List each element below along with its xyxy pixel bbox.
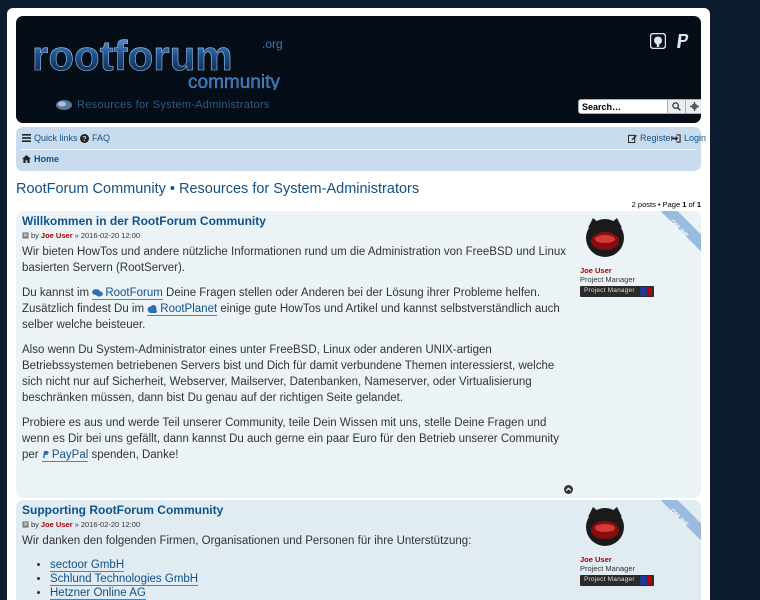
- login-link[interactable]: Login: [672, 133, 706, 143]
- post-title[interactable]: Willkommen in der RootForum Community: [22, 214, 572, 228]
- cloud-icon: [147, 305, 158, 313]
- svg-text:?: ?: [82, 134, 86, 143]
- site-tagline: Resources for System-Administrators: [55, 99, 270, 111]
- profile-username[interactable]: Joe User: [580, 555, 695, 564]
- site-logo[interactable]: rootforum .org community: [30, 34, 300, 90]
- post-date: » 2016-02-20 12:00: [74, 231, 141, 240]
- page-title[interactable]: RootForum Community • Resources for Syst…: [16, 181, 419, 197]
- post-paragraph: Also wenn Du System-Administrator eines …: [22, 344, 555, 404]
- rootforum-link[interactable]: RootForum: [92, 287, 163, 300]
- rootplanet-link[interactable]: RootPlanet: [147, 303, 218, 316]
- post: Willkommen in der RootForum Community by…: [16, 211, 701, 498]
- question-circle-icon: ?: [80, 133, 89, 143]
- comments-icon: [92, 289, 104, 297]
- search-button[interactable]: [668, 99, 686, 114]
- post-author-link[interactable]: Joe User: [41, 231, 73, 240]
- tagline-text: Resources for System-Administrators: [77, 99, 270, 111]
- post: Supporting RootForum Community by Joe Us…: [16, 500, 701, 600]
- list-item: Hetzner Online AG: [50, 586, 572, 600]
- rank-badge-label: Project Manager: [584, 287, 635, 294]
- sponsor-link[interactable]: Schlund Technologies GmbH: [50, 573, 199, 586]
- post-paragraph: Wir bieten HowTos und andere nützliche I…: [22, 246, 566, 274]
- quick-links-button[interactable]: Quick links: [22, 133, 78, 143]
- post-by-label: by: [31, 231, 39, 240]
- post-author-link[interactable]: Joe User: [41, 520, 73, 529]
- edit-icon: [628, 134, 637, 143]
- paypal-link-label: PayPal: [51, 449, 89, 461]
- login-label: Login: [684, 133, 707, 143]
- page-wrap: rootforum .org community Resources for S…: [7, 8, 710, 600]
- pagination-total: 1: [696, 200, 701, 209]
- paypal-icon[interactable]: [675, 33, 691, 49]
- rootplanet-link-label: RootPlanet: [160, 303, 218, 315]
- profile-username[interactable]: Joe User: [580, 266, 695, 275]
- sponsor-list: sectoor GmbH Schlund Technologies GmbH H…: [50, 558, 572, 600]
- nav-links-row: Quick links ? FAQ Register Login: [22, 133, 706, 147]
- bars-icon: [22, 134, 31, 142]
- login-icon: [672, 133, 681, 143]
- navbar: Quick links ? FAQ Register Login Home: [16, 127, 706, 171]
- paypal-link[interactable]: PayPal: [41, 449, 89, 462]
- home-icon: [22, 155, 31, 163]
- faq-link[interactable]: ? FAQ: [80, 133, 110, 143]
- post-body: Supporting RootForum Community by Joe Us…: [22, 503, 572, 600]
- advanced-search-button[interactable]: [686, 99, 701, 114]
- breadcrumb-home: Home: [34, 154, 60, 164]
- search-icon: [672, 102, 681, 111]
- post-date: » 2016-02-20 12:00: [74, 520, 141, 529]
- sponsor-link[interactable]: Hetzner Online AG: [50, 587, 146, 600]
- post-author-line: by Joe User » 2016-02-20 12:00: [22, 520, 572, 529]
- navbar-divider: [21, 149, 696, 150]
- search-input[interactable]: [578, 99, 668, 114]
- site-header: rootforum .org community Resources for S…: [16, 16, 701, 123]
- back-to-top-icon[interactable]: [564, 485, 573, 494]
- flag-icon: [640, 576, 652, 585]
- rank-badge: Project Manager: [580, 286, 654, 297]
- post-by-label: by: [31, 520, 39, 529]
- file-icon[interactable]: [22, 521, 29, 528]
- github-icon[interactable]: [650, 33, 666, 49]
- post-title[interactable]: Supporting RootForum Community: [22, 503, 572, 517]
- gear-icon: [690, 102, 699, 111]
- flag-icon: [640, 287, 652, 296]
- post-content: Wir danken den folgenden Firmen, Organis…: [22, 533, 572, 600]
- pagination-info: 2 posts • Page 1 of 1: [632, 200, 701, 209]
- breadcrumb[interactable]: Home: [22, 154, 59, 164]
- register-label: Register: [640, 133, 674, 143]
- avatar[interactable]: [584, 505, 626, 547]
- file-icon[interactable]: [22, 232, 29, 239]
- profile-rank: Project Manager: [580, 564, 636, 573]
- logo-org: .org: [262, 37, 283, 51]
- pagination-prefix: 2 posts • Page: [631, 200, 683, 209]
- text-span: Du kannst im: [22, 287, 93, 299]
- post-body: Willkommen in der RootForum Community by…: [22, 214, 572, 472]
- post-author-line: by Joe User » 2016-02-20 12:00: [22, 231, 572, 240]
- rank-badge-label: Project Manager: [584, 576, 635, 583]
- rank-badge: Project Manager: [580, 575, 654, 586]
- server-icon: [56, 100, 72, 110]
- logo-sub: community: [188, 72, 280, 90]
- profile-rank: Project Manager: [580, 275, 636, 284]
- paypal-icon: [42, 451, 49, 458]
- rootforum-link-label: RootForum: [105, 287, 163, 299]
- avatar[interactable]: [584, 216, 626, 258]
- post-paragraph: Probiere es aus und werde Teil unserer C…: [22, 415, 572, 463]
- quick-links-label: Quick links: [34, 133, 78, 143]
- list-item: Schlund Technologies GmbH: [50, 572, 572, 586]
- list-item: sectoor GmbH: [50, 558, 572, 572]
- sponsor-link[interactable]: sectoor GmbH: [50, 559, 125, 572]
- pagination-of: of: [686, 200, 697, 209]
- register-link[interactable]: Register: [628, 133, 674, 143]
- text-span: spenden, Danke!: [88, 449, 179, 461]
- post-content: Wir bieten HowTos und andere nützliche I…: [22, 244, 572, 463]
- post-paragraph: Du kannst im RootForum Deine Fragen stel…: [22, 285, 572, 333]
- search-box: [578, 99, 701, 114]
- faq-label: FAQ: [92, 133, 111, 143]
- post-paragraph: Wir danken den folgenden Firmen, Organis…: [22, 535, 472, 547]
